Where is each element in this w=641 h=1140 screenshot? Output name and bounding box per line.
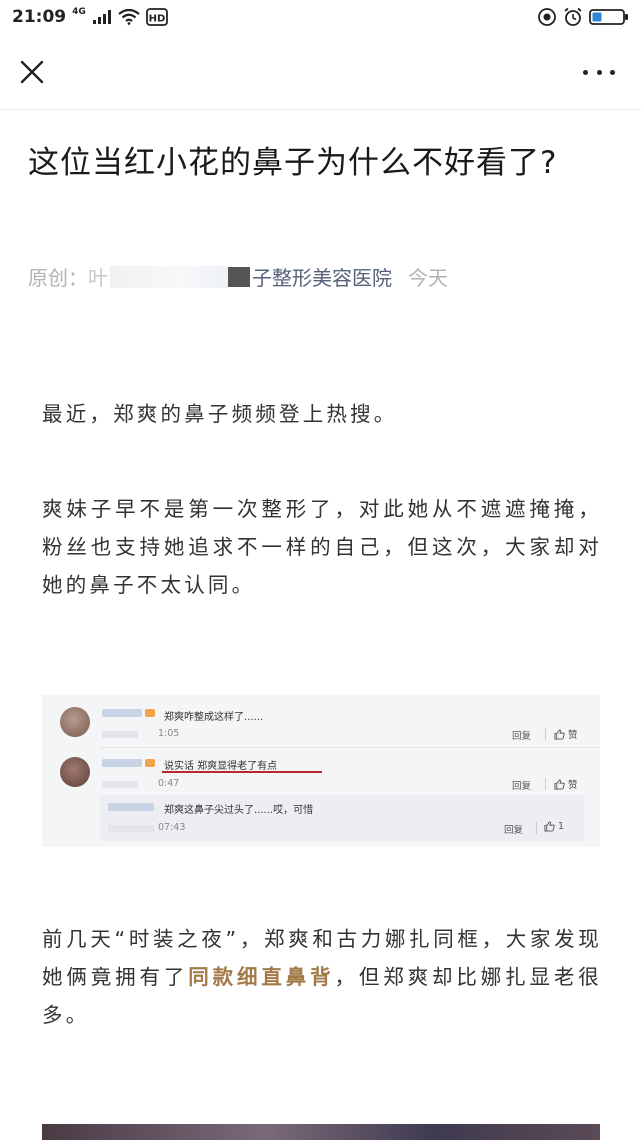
like-button[interactable]: 赞 [554,777,578,791]
thumbs-up-icon [554,778,565,790]
like-label: 赞 [568,780,578,791]
paragraph-3: 前几天“时装之夜”，郑爽和古力娜扎同框，大家发现她俩竟拥有了同款细直鼻背，但郑爽… [42,920,602,1034]
redacted-area [110,265,228,288]
comment-username [108,803,154,811]
paragraph-1: 最近，郑爽的鼻子频频登上热搜。 [42,402,398,426]
close-icon [20,60,44,84]
redacted-block [228,266,250,287]
avatar [60,707,90,737]
hd-icon: HD [145,8,168,26]
comment-date [108,825,154,832]
vip-badge [145,759,155,767]
sync-icon [538,8,556,26]
status-time: 21:09 [12,7,67,27]
network-type: 4G [72,7,86,17]
comment-screenshot: 郑爽咋整成这样了...... 1:05 回复 赞 说实话 郑爽显得老了有点 0:… [42,695,600,847]
account-link[interactable]: 子整形美容医院 [252,262,392,291]
meta-prefix: 原创： [28,266,88,290]
comment-text: 说实话 郑爽显得老了有点 [164,761,278,772]
article-meta: 原创： 叶 子整形美容医院 今天 [28,262,448,291]
alarm-icon [564,7,582,26]
status-right [537,7,629,27]
more-icon-dot [583,69,588,75]
vip-badge [145,709,155,717]
article-image [42,1124,600,1140]
reply-box: 郑爽这鼻子尖过头了......哎，可惜 07:43 回复 1 [100,795,584,841]
thumbs-up-icon [544,821,555,832]
divider [100,747,600,748]
comment-date [102,731,138,738]
paragraph-2: 爽妹子早不是第一次整形了，对此她从不遮遮掩掩，粉丝也支持她追求不一样的自己，但这… [42,497,602,597]
thumbs-up-icon [554,728,565,740]
divider [545,728,546,740]
divider [536,822,537,834]
nav-bar [0,34,641,110]
like-count: 1 [558,821,565,832]
comment-date [102,781,138,788]
reply-button[interactable]: 回复 [512,778,531,792]
divider [545,778,546,790]
comment-text: 郑爽咋整成这样了...... [164,712,264,723]
status-bar: 21:09 4G HD [0,0,641,34]
comment-text: 郑爽这鼻子尖过头了......哎，可惜 [164,805,314,816]
status-left: 21:09 4G HD [12,7,168,27]
close-button[interactable] [18,58,46,86]
battery-icon [589,9,628,25]
highlight-text: 同款细直鼻背 [188,965,335,989]
comment-time: 1:05 [158,728,180,739]
comment-time: 07:43 [158,822,186,833]
like-label: 赞 [568,730,578,741]
meta-account-partial: 叶 [88,266,108,290]
publish-date: 今天 [408,266,448,290]
more-icon-dot [596,69,602,75]
avatar [60,757,90,787]
like-button[interactable]: 1 [544,821,564,832]
comment-username [102,709,142,717]
highlight-underline [162,771,322,773]
comment-time: 0:47 [158,778,180,789]
more-button[interactable] [583,60,615,84]
more-icon-dot [610,69,615,75]
comment-username [102,759,142,767]
article-title: 这位当红小花的鼻子为什么不好看了? [28,145,558,181]
reply-button[interactable]: 回复 [504,822,523,836]
wifi-icon [118,9,140,25]
reply-button[interactable]: 回复 [512,728,531,742]
like-button[interactable]: 赞 [554,727,578,741]
hd-label: HD [148,14,165,25]
signal-icon [92,10,111,24]
